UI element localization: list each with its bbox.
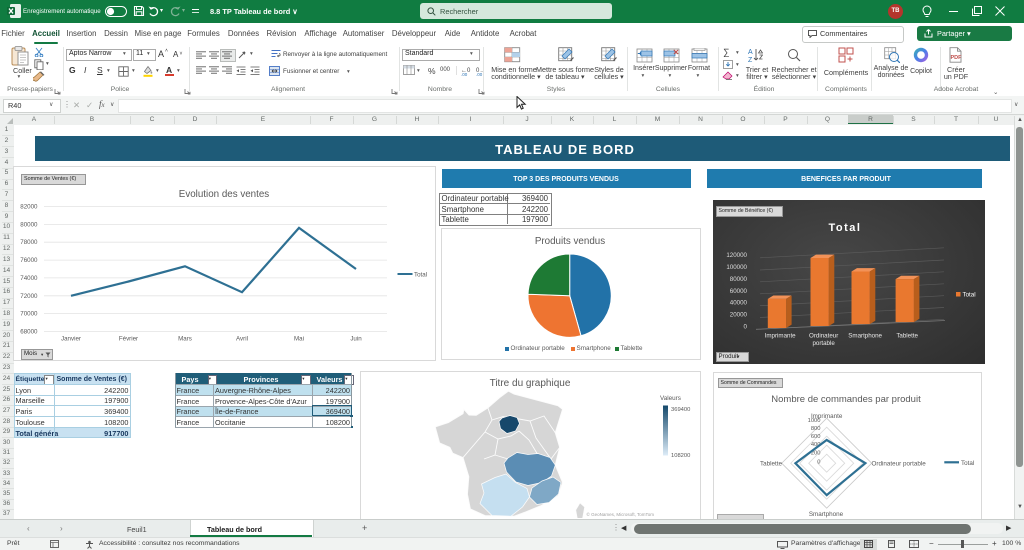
svg-text:Total: Total xyxy=(961,459,974,466)
svg-text:Tablette: Tablette xyxy=(759,460,782,467)
svg-text:0: 0 xyxy=(744,323,748,330)
svg-text:80000: 80000 xyxy=(730,275,748,282)
svg-text:PDF: PDF xyxy=(951,55,963,61)
svg-text:Janvier: Janvier xyxy=(61,336,81,343)
svg-text:70000: 70000 xyxy=(20,311,38,318)
svg-text:108200: 108200 xyxy=(671,453,690,459)
svg-text:Juin: Juin xyxy=(350,336,362,343)
svg-text:40000: 40000 xyxy=(730,299,748,306)
svg-text:A: A xyxy=(748,49,753,56)
svg-text:Février: Février xyxy=(119,336,138,343)
svg-text:20000: 20000 xyxy=(730,311,748,318)
svg-text:Ordinateur: Ordinateur xyxy=(809,332,838,339)
svg-text:80000: 80000 xyxy=(20,221,38,228)
svg-text:Total: Total xyxy=(963,291,976,298)
svg-text:Valeurs: Valeurs xyxy=(660,395,681,402)
svg-text:74000: 74000 xyxy=(20,275,38,282)
svg-text:© GeoNames, Microsoft, TomTom: © GeoNames, Microsoft, TomTom xyxy=(587,511,655,517)
svg-text:Smartphone: Smartphone xyxy=(808,511,843,518)
svg-text:portable: portable xyxy=(812,340,835,347)
svg-text:Mai: Mai xyxy=(294,336,304,343)
svg-text:Z: Z xyxy=(748,57,753,63)
svg-text:Tablette: Tablette xyxy=(896,332,918,339)
svg-text:100000: 100000 xyxy=(726,264,747,271)
svg-text:60000: 60000 xyxy=(730,287,748,294)
svg-text:120000: 120000 xyxy=(726,251,747,258)
svg-text:369400: 369400 xyxy=(671,407,690,413)
svg-text:82000: 82000 xyxy=(20,204,38,211)
svg-text:Imprimante: Imprimante xyxy=(765,332,797,339)
svg-text:76000: 76000 xyxy=(20,257,38,264)
svg-text:Avril: Avril xyxy=(236,336,248,343)
svg-text:600: 600 xyxy=(810,433,820,439)
svg-text:800: 800 xyxy=(810,426,820,432)
svg-text:Total: Total xyxy=(414,271,427,278)
svg-text:Mars: Mars xyxy=(178,336,192,343)
svg-text:.00: .00 xyxy=(461,72,468,76)
svg-text:0: 0 xyxy=(817,459,820,465)
svg-text:68000: 68000 xyxy=(20,329,38,336)
svg-text:Imprimante: Imprimante xyxy=(810,413,842,420)
svg-text:Smartphone: Smartphone xyxy=(848,332,882,339)
svg-text:78000: 78000 xyxy=(20,239,38,246)
svg-text:72000: 72000 xyxy=(20,293,38,300)
svg-text:Ordinateur portable: Ordinateur portable xyxy=(871,460,926,467)
